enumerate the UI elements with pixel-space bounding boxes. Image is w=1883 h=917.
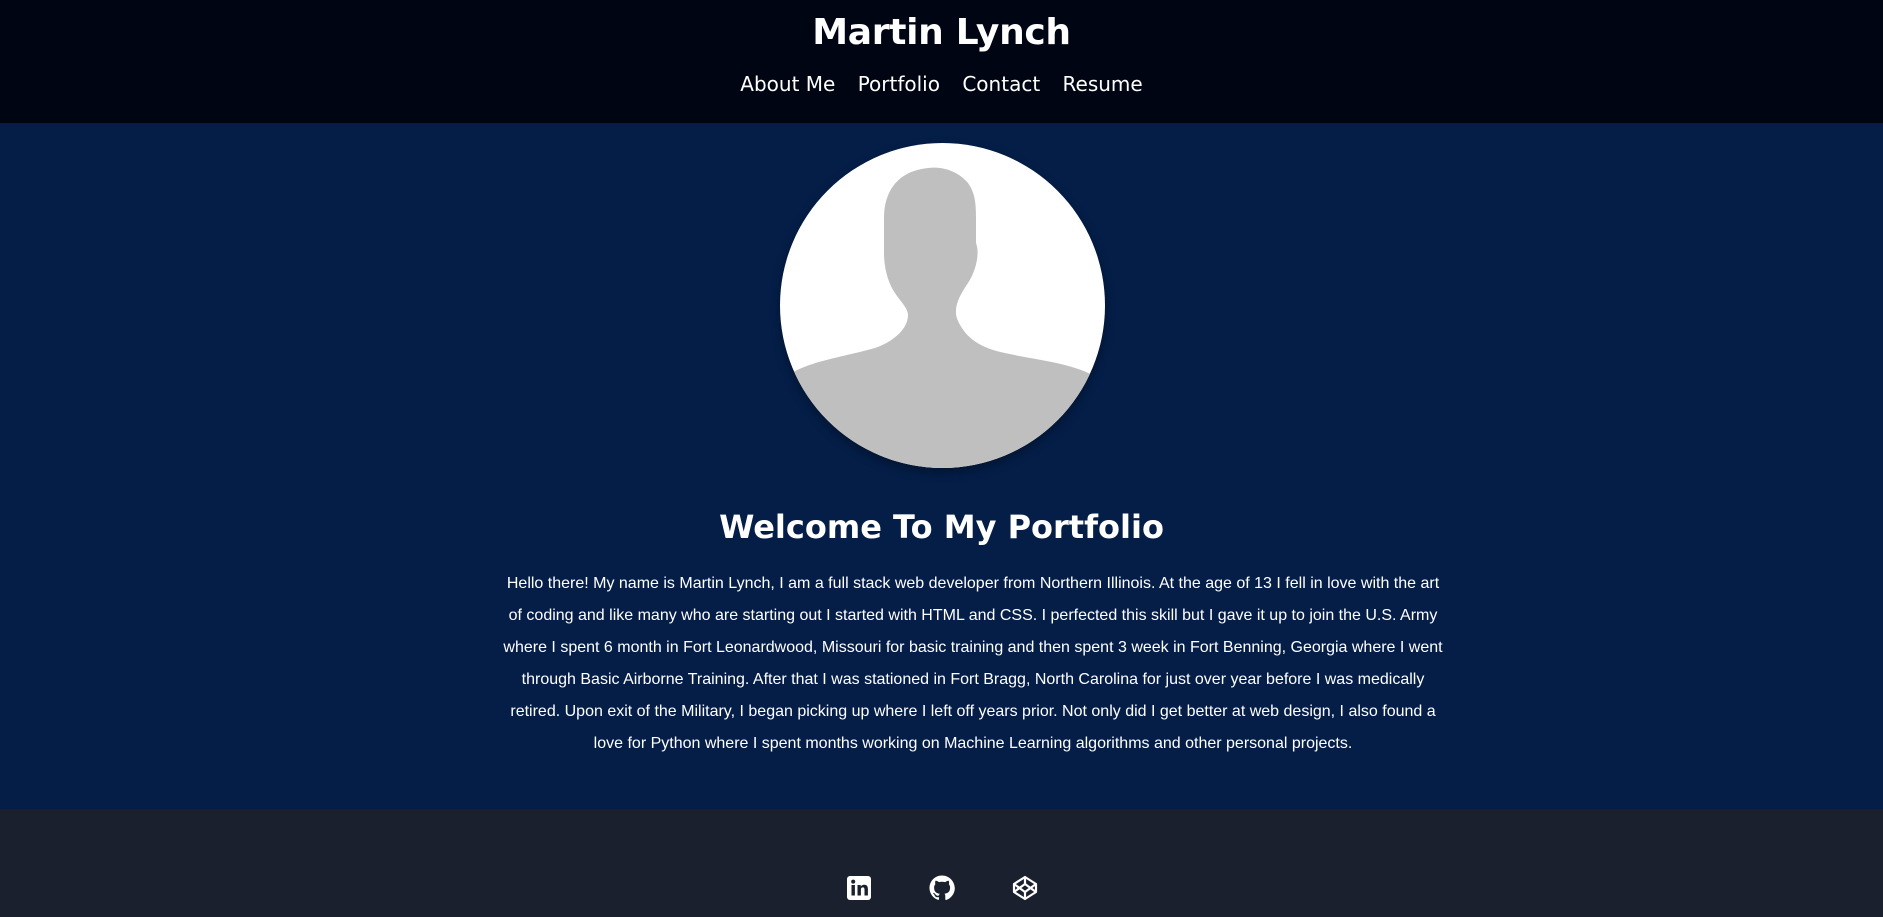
linkedin-icon [847, 876, 871, 900]
github-icon [929, 875, 955, 901]
codepen-icon [1012, 875, 1038, 901]
site-header: Martin Lynch About Me Portfolio Contact … [0, 0, 1883, 123]
about-section: Welcome To My Portfolio Hello there! My … [0, 123, 1883, 809]
site-title: Martin Lynch [812, 12, 1071, 53]
nav-portfolio[interactable]: Portfolio [858, 72, 940, 96]
github-link[interactable] [928, 874, 956, 902]
codepen-link[interactable] [1011, 874, 1039, 902]
avatar [780, 143, 1105, 468]
nav-resume[interactable]: Resume [1063, 72, 1143, 96]
welcome-heading: Welcome To My Portfolio [719, 508, 1164, 546]
nav-contact[interactable]: Contact [962, 72, 1040, 96]
main-nav: About Me Portfolio Contact Resume [0, 70, 1883, 98]
linkedin-link[interactable] [845, 874, 873, 902]
bio-paragraph: Hello there! My name is Martin Lynch, I … [503, 575, 1443, 752]
avatar-silhouette-icon [780, 167, 1105, 468]
nav-about-me[interactable]: About Me [740, 72, 835, 96]
site-footer [0, 809, 1883, 917]
